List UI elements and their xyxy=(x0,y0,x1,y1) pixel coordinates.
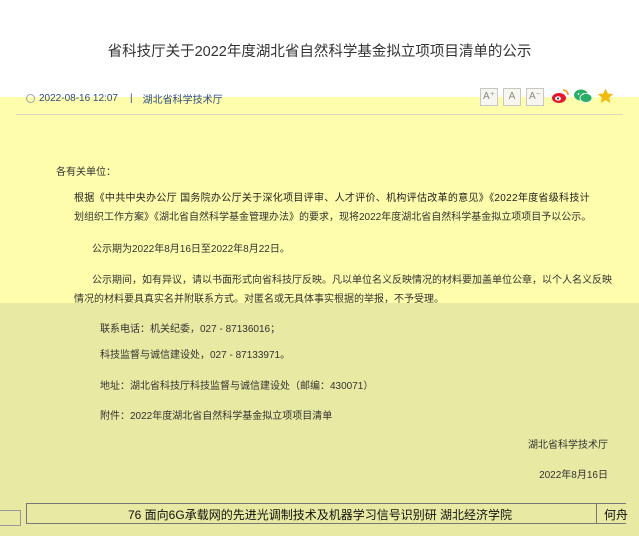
footer-table-cell-border xyxy=(596,503,597,524)
signature-org: 湖北省科学技术厅 xyxy=(528,440,608,451)
signature-date: 2022年8月16日 xyxy=(539,470,608,481)
clock-icon xyxy=(26,94,35,103)
publish-source: 湖北省科学技术厅 xyxy=(142,95,223,106)
footer-table-bottom-border xyxy=(26,523,626,524)
article-title: 省科技厅关于2022年度湖北省自然科学基金拟立项项目清单的公示 xyxy=(107,44,532,60)
weibo-icon[interactable] xyxy=(551,88,569,109)
article-meta: 2022-08-16 12:07 | 湖北省科学技术厅 xyxy=(26,91,223,106)
paragraph-3-line-2: 情况的材料要具真实名并附联系方式。对匿名或无具体事实根据的举报，不予受理。 xyxy=(74,294,444,305)
paragraph-3-line-1: 公示期间，如有异议，请以书面形式向省科技厅反映。凡以单位名义反映情况的材料要加盖… xyxy=(92,275,612,286)
share-bar xyxy=(551,88,618,109)
footer-table-row: 76 面向6G承载网的先进光调制技术及机器学习信号识别研 湖北经济学院 xyxy=(128,508,513,522)
footer-table-cell-border xyxy=(26,503,27,524)
salutation: 各有关单位： xyxy=(56,167,116,178)
publish-date: 2022-08-16 12:07 xyxy=(39,93,118,104)
paragraph-1-line-1: 根据《中共中央办公厅 国务院办公厅关于深化项目评审、人才评价、机构评估改革的意见… xyxy=(74,193,590,204)
header-divider xyxy=(16,114,623,115)
paragraph-1-line-2: 划组织工作方案》《湖北省自然科学基金管理办法》的要求，现将2022年度湖北省自然… xyxy=(74,212,592,223)
wechat-icon[interactable] xyxy=(573,88,593,109)
font-size-controls: A⁺ A A⁻ xyxy=(480,88,549,106)
paragraph-2: 公示期为2022年8月16日至2022年8月22日。 xyxy=(92,244,290,255)
meta-separator: | xyxy=(129,93,133,104)
footer-table-fragment xyxy=(0,510,21,526)
favorite-star-icon[interactable] xyxy=(597,88,614,109)
font-large-button[interactable]: A⁺ xyxy=(480,88,498,106)
footer-table-top-border xyxy=(26,503,626,504)
font-medium-button[interactable]: A xyxy=(503,88,521,106)
contact-dept: 科技监督与诚信建设处，027 - 87133971。 xyxy=(100,350,291,361)
footer-table-name: 何舟 xyxy=(604,508,629,522)
font-small-button[interactable]: A⁻ xyxy=(526,88,544,106)
attachment-link[interactable]: 附件：2022年度湖北省自然科学基金拟立项项目清单 xyxy=(100,407,332,426)
address: 地址：湖北省科技厅科技监督与诚信建设处（邮编：430071） xyxy=(100,381,374,392)
contact-phone: 联系电话：机关纪委，027 - 87136016； xyxy=(100,324,281,335)
